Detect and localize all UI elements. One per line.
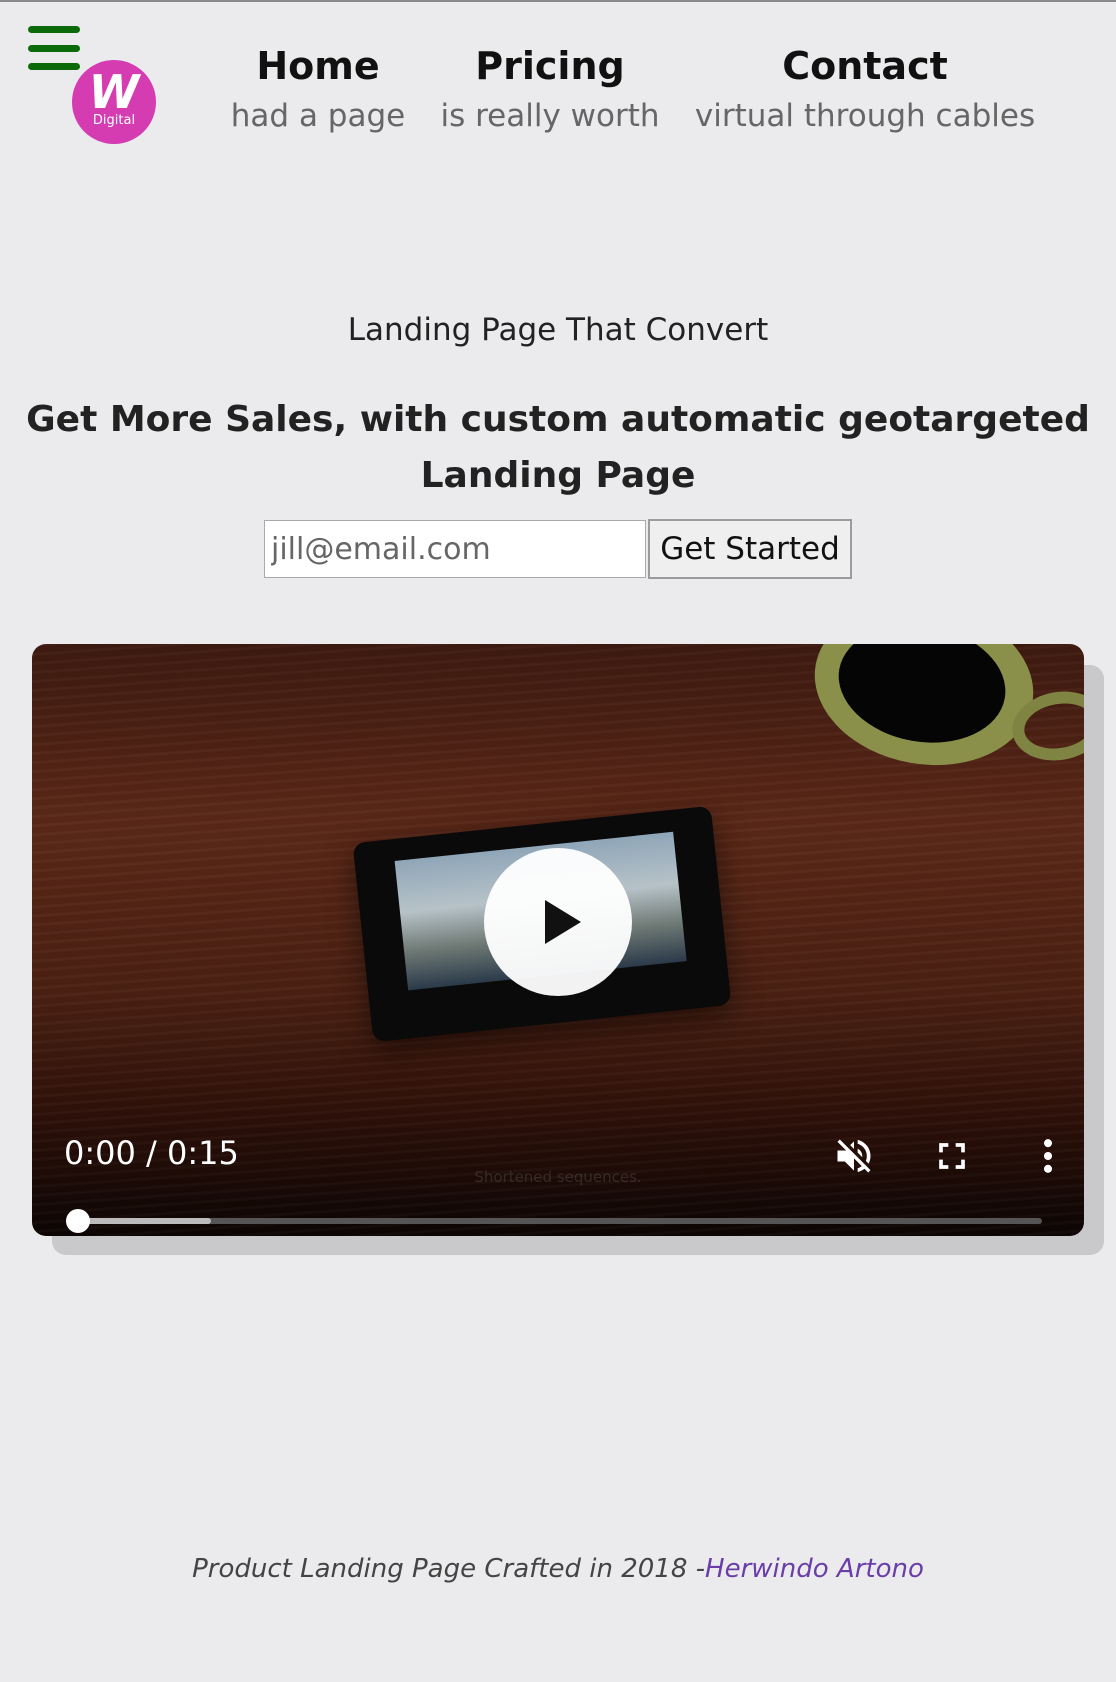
- footer: Product Landing Page Crafted in 2018 -He…: [0, 1554, 1116, 1584]
- menu-line: [28, 44, 80, 52]
- nav-item-contact[interactable]: Contact virtual through cables: [690, 42, 1040, 136]
- video-scrubber-handle[interactable]: [66, 1209, 90, 1233]
- email-input[interactable]: [264, 520, 646, 578]
- muted-speaker-icon[interactable]: [832, 1134, 876, 1178]
- hero-headline: Get More Sales, with custom automatic ge…: [26, 399, 1090, 496]
- nav-item-pricing[interactable]: Pricing is really worth: [430, 42, 670, 136]
- play-triangle: [545, 900, 581, 944]
- hero-kicker: Landing Page That Convert: [347, 312, 769, 348]
- video-time: 0:00 / 0:15: [64, 1134, 239, 1172]
- video-caption: Shortened sequences.: [474, 1168, 642, 1186]
- video-controls: 0:00 / 0:15 Shortened sequences.: [32, 1126, 1084, 1236]
- nav-subtitle: had a page: [230, 98, 406, 134]
- video-player[interactable]: 0:00 / 0:15 Shortened sequences.: [32, 644, 1084, 1236]
- nav-subtitle: virtual through cables: [694, 98, 1036, 134]
- nav-subtitle: is really worth: [440, 98, 660, 134]
- nav-title: Pricing: [475, 44, 625, 88]
- video-buffer-fill: [76, 1218, 212, 1224]
- nav-title: Home: [256, 44, 380, 88]
- hamburger-menu-icon[interactable]: [26, 24, 82, 72]
- footer-text: Product Landing Page Crafted in 2018 -: [192, 1554, 706, 1584]
- signup-form: Get Started: [264, 519, 852, 579]
- play-icon[interactable]: [484, 848, 632, 996]
- menu-line: [28, 26, 80, 33]
- get-started-button[interactable]: Get Started: [648, 519, 852, 579]
- author-link[interactable]: Herwindo Artono: [705, 1554, 924, 1584]
- nav-title: Contact: [782, 44, 948, 88]
- brand-logo[interactable]: W Digital: [72, 60, 156, 144]
- video-progress-bar[interactable]: [66, 1209, 1042, 1233]
- more-vertical-icon[interactable]: [1026, 1134, 1070, 1178]
- logo-letter: W: [88, 65, 140, 119]
- menu-line: [28, 63, 80, 70]
- fullscreen-icon[interactable]: [930, 1134, 974, 1178]
- logo-subtitle: Digital: [92, 113, 136, 128]
- nav-item-home[interactable]: Home had a page: [218, 42, 418, 136]
